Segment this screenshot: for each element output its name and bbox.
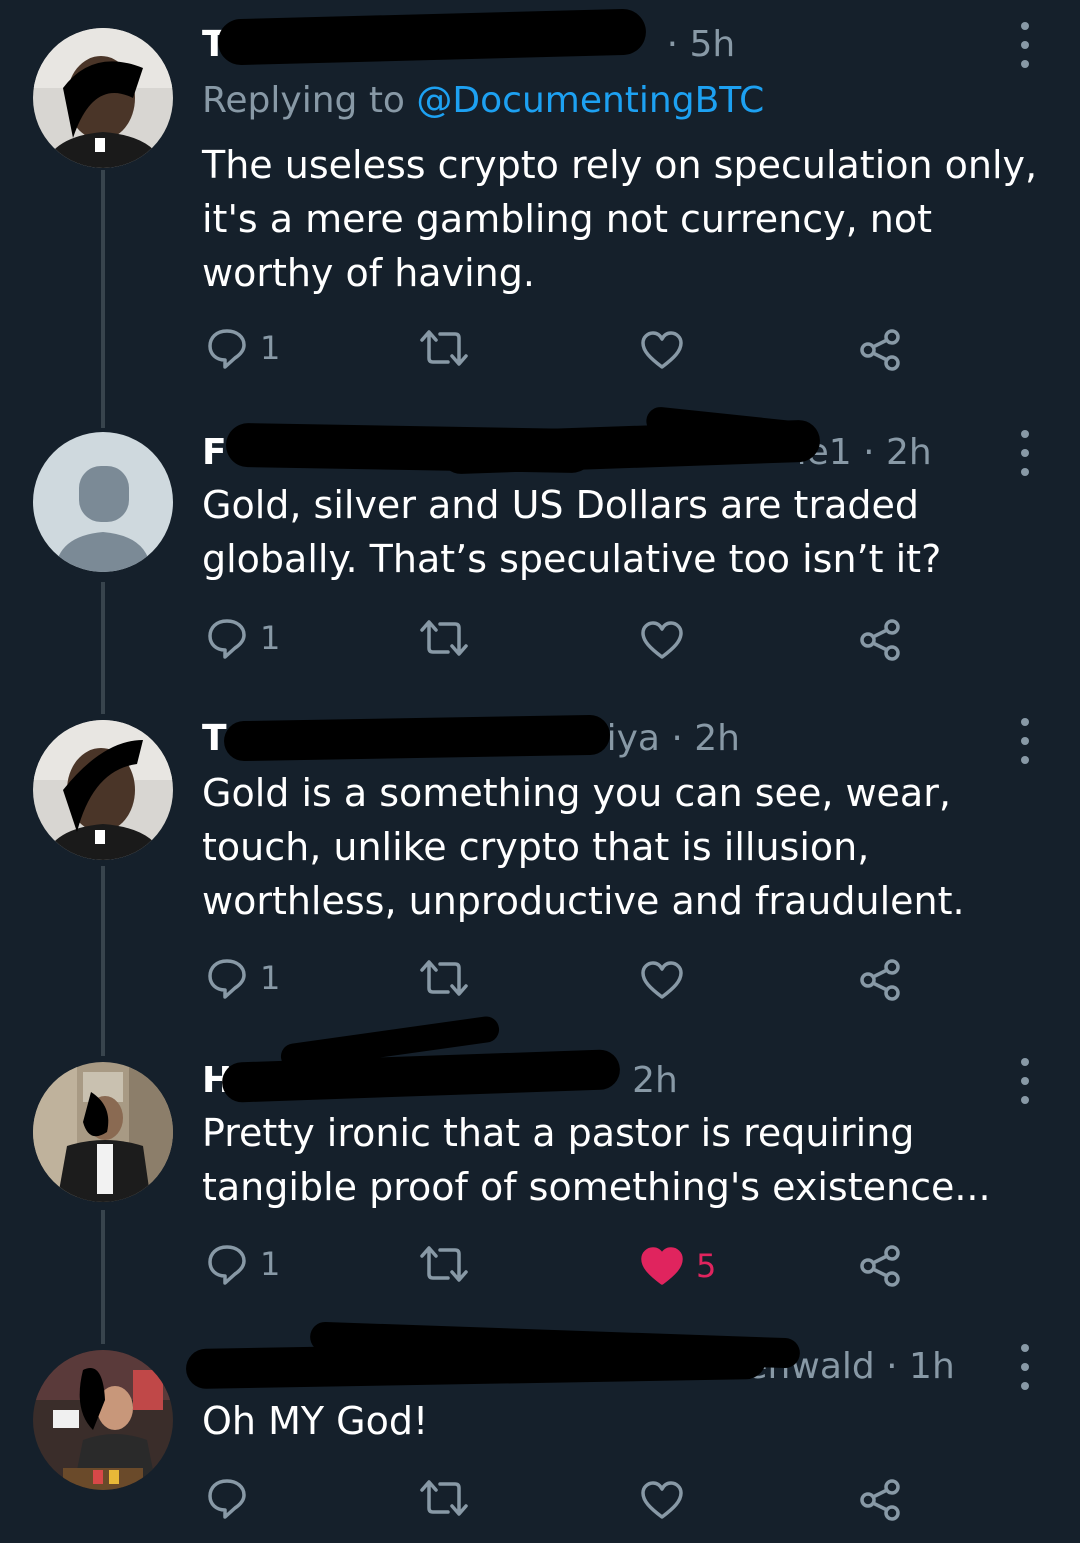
retweet-button[interactable] [418, 1474, 482, 1522]
author-name[interactable]: T [202, 718, 227, 759]
more-icon[interactable] [1013, 22, 1037, 68]
reply-count: 1 [260, 619, 281, 657]
like-button[interactable] [640, 326, 696, 374]
heart-icon [641, 1481, 683, 1519]
retweet-icon [420, 1480, 468, 1516]
avatar[interactable] [33, 432, 173, 572]
tweet-timestamp[interactable]: iya · 2h [607, 718, 740, 759]
reply-count: 1 [260, 959, 281, 997]
reply-count: 1 [260, 329, 281, 367]
tweet-text: Gold, silver and US Dollars are traded g… [202, 483, 942, 581]
share-button[interactable] [858, 1476, 902, 1524]
like-button[interactable] [640, 616, 696, 664]
retweet-button[interactable] [418, 1240, 482, 1288]
reply-icon [208, 1245, 246, 1285]
replying-handle-link[interactable]: @DocumentingBTC [416, 80, 764, 121]
retweet-button[interactable] [418, 324, 482, 372]
tweet-text: Oh MY God! [202, 1399, 429, 1443]
share-icon [860, 329, 900, 371]
reply-icon [208, 329, 246, 369]
more-icon[interactable] [1013, 718, 1037, 764]
heart-icon [641, 961, 683, 999]
tweet-timestamp[interactable]: 2h [632, 1060, 678, 1101]
reply-icon [208, 959, 246, 999]
share-button[interactable] [858, 1242, 902, 1290]
heart-icon [641, 331, 683, 369]
tweet[interactable]: T · 5h Replying to @DocumentingBTC The u… [0, 0, 1080, 420]
avatar[interactable] [33, 1062, 173, 1202]
reply-button[interactable] [206, 1474, 260, 1522]
heart-icon [641, 621, 683, 659]
like-count: 5 [696, 1247, 717, 1285]
retweet-icon [420, 1246, 468, 1282]
reply-button[interactable]: 1 [206, 954, 280, 1002]
share-icon [860, 959, 900, 1001]
redaction-bar [223, 714, 611, 762]
tweet-text: Pretty ironic that a pastor is requiring… [202, 1111, 991, 1209]
avatar[interactable] [33, 28, 173, 168]
share-button[interactable] [858, 616, 902, 664]
tweet[interactable]: H 2h Pretty ironic that a pastor is requ… [0, 1014, 1080, 1340]
share-icon [860, 619, 900, 661]
tweet[interactable]: T iya · 2h Gold is a something you can s… [0, 710, 1080, 1050]
reply-button[interactable]: 1 [206, 324, 280, 372]
tweet[interactable]: F ie1 · 2h Gold, silver and US Dollars a… [0, 405, 1080, 710]
like-button[interactable] [640, 956, 696, 1004]
retweet-icon [420, 330, 468, 366]
share-icon [860, 1245, 900, 1287]
retweet-button[interactable] [418, 614, 482, 662]
heart-filled-icon [641, 1247, 683, 1285]
replying-to: Replying to @DocumentingBTC [202, 80, 764, 121]
share-button[interactable] [858, 956, 902, 1004]
reply-button[interactable]: 1 [206, 1240, 280, 1288]
reply-count: 1 [260, 1245, 281, 1283]
retweet-button[interactable] [418, 954, 482, 1002]
tweet-timestamp[interactable]: · 5h [667, 24, 736, 65]
share-icon [860, 1479, 900, 1521]
author-name[interactable]: F [202, 432, 227, 473]
share-button[interactable] [858, 326, 902, 374]
tweet[interactable]: J enwald · 1h Oh MY God! [0, 1321, 1080, 1543]
reply-button[interactable]: 1 [206, 614, 280, 662]
tweet-text: The useless crypto rely on speculation o… [202, 143, 1038, 295]
more-icon[interactable] [1013, 430, 1037, 476]
reply-icon [208, 1479, 246, 1519]
replying-label: Replying to [202, 80, 405, 121]
like-button[interactable]: 5 [640, 1242, 716, 1290]
more-icon[interactable] [1013, 1058, 1037, 1104]
avatar[interactable] [33, 720, 173, 860]
retweet-icon [420, 620, 468, 656]
like-button[interactable] [640, 1476, 696, 1524]
reply-icon [208, 619, 246, 659]
tweet-text: Gold is a something you can see, wear, t… [202, 771, 965, 923]
avatar[interactable] [33, 1350, 173, 1490]
retweet-icon [420, 960, 468, 996]
more-icon[interactable] [1013, 1344, 1037, 1390]
